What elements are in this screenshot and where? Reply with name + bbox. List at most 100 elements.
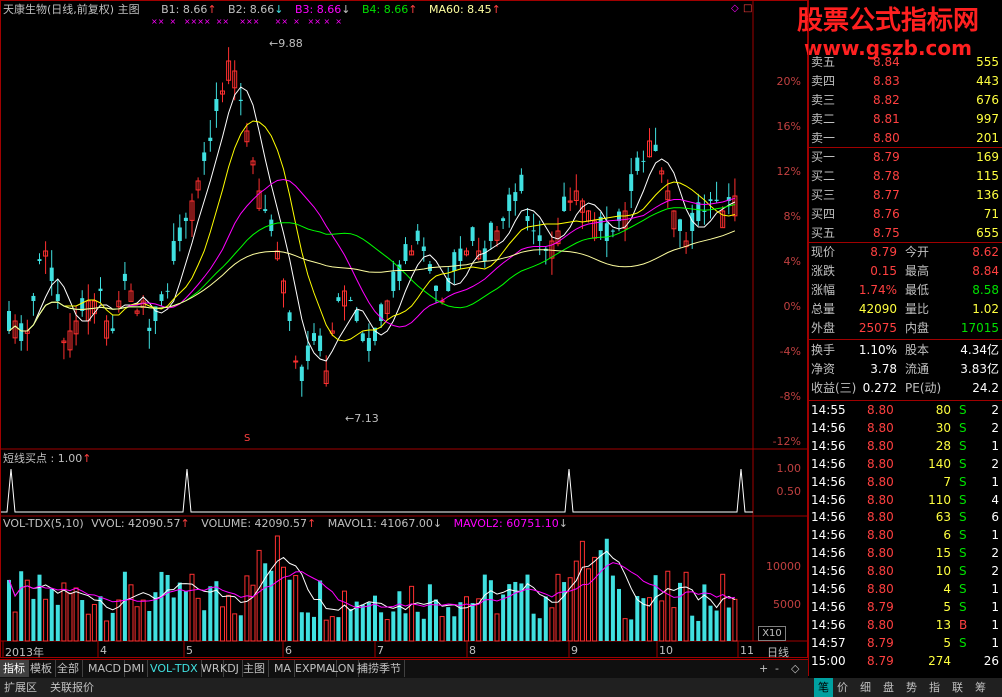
tick-side: S xyxy=(959,456,967,471)
candle-body xyxy=(238,99,243,101)
x-label: 6 xyxy=(285,644,292,657)
ask-row[interactable]: 卖二 8.81 997 xyxy=(809,110,1002,129)
volume-bar xyxy=(256,549,262,642)
volume-bar xyxy=(91,603,97,642)
remove-button[interactable]: - xyxy=(772,660,782,677)
x-label: 7 xyxy=(377,644,384,657)
indicator-tab[interactable]: DMI xyxy=(120,660,149,677)
indicator-tab[interactable]: MACD xyxy=(85,660,125,677)
bid-row[interactable]: 买四 8.76 71 xyxy=(809,205,1002,224)
tick-time: 15:00 xyxy=(811,653,846,668)
ask-volume: 201 xyxy=(976,131,999,145)
volume-bar xyxy=(507,584,512,641)
indicator-tab[interactable]: 全部 xyxy=(54,660,83,677)
volume-bar xyxy=(482,574,487,641)
quote-row: 涨幅 1.74% 最低 8.58 xyxy=(809,281,1002,300)
panel-switch-button[interactable]: 势 xyxy=(906,678,917,697)
panel-switch-button[interactable]: 笔 xyxy=(814,678,833,697)
chart-area[interactable]: 天康生物(日线,前复权) 主图 B1: 8.66↑ B2: 8.66↓ B3: … xyxy=(0,0,979,660)
panel-switch-button[interactable]: 指 xyxy=(929,678,940,697)
bid-label: 买三 xyxy=(811,188,836,202)
candle-body xyxy=(434,285,438,291)
indicator-tab[interactable]: 捕捞季节 xyxy=(354,660,405,677)
volume-bar xyxy=(617,588,621,641)
tick-volume: 13 xyxy=(935,617,951,632)
tick-price: 8.80 xyxy=(867,492,894,507)
settings-icon[interactable]: ◇ xyxy=(788,660,802,677)
candle-body xyxy=(336,297,341,301)
diamond-icon[interactable]: ◇ xyxy=(731,3,739,14)
volume-bar xyxy=(80,600,85,641)
candle-body xyxy=(537,235,542,241)
tick-price: 8.80 xyxy=(867,510,894,525)
volume-bar xyxy=(488,580,493,641)
candle-body xyxy=(208,137,213,141)
bid-row[interactable]: 买一 8.79 169 xyxy=(809,148,1002,167)
bid-price: 8.75 xyxy=(873,226,900,240)
candle-body xyxy=(214,99,219,111)
tick-time: 14:56 xyxy=(811,564,846,579)
ask-row[interactable]: 卖五 8.84 555 xyxy=(809,53,1002,72)
x-label: 5 xyxy=(186,644,193,657)
tick-row: 14:56 8.80 10 S 2 xyxy=(809,562,1002,580)
volume-bar xyxy=(592,556,598,642)
candle-body xyxy=(562,196,567,211)
tick-volume: 5 xyxy=(943,635,951,650)
period-label[interactable]: 日线 xyxy=(767,644,789,660)
volume-bar xyxy=(427,584,432,641)
tick-row: 15:00 8.79 274 26 xyxy=(809,652,1002,670)
panel-switch-button[interactable]: 盘 xyxy=(883,678,894,697)
extension-area-button[interactable]: 扩展区 xyxy=(4,678,37,697)
price-chart[interactable] xyxy=(1,1,807,657)
volume-bar xyxy=(159,571,164,641)
y-label: 4% xyxy=(783,255,801,268)
tick-side: S xyxy=(959,528,967,543)
square-icon[interactable]: □ xyxy=(743,3,752,14)
quote-label: 总量 xyxy=(811,302,836,316)
volume-bar xyxy=(665,570,671,642)
tick-price: 8.80 xyxy=(867,438,894,453)
tick-time: 14:56 xyxy=(811,438,846,453)
indicator-tab[interactable]: VOL-TDX xyxy=(147,660,202,677)
tick-time: 14:56 xyxy=(811,582,846,596)
x-label: 4 xyxy=(100,644,107,657)
up-arrow-icon: ↑ xyxy=(491,3,501,16)
volume-bar xyxy=(12,611,18,642)
tick-time: 14:56 xyxy=(811,456,846,471)
tick-volume: 30 xyxy=(935,420,951,435)
fundamental-value: 4.34亿 xyxy=(960,343,999,357)
volume-bar xyxy=(342,590,347,642)
ask-row[interactable]: 卖四 8.83 443 xyxy=(809,72,1002,91)
ask-price: 8.80 xyxy=(873,131,900,145)
bid-row[interactable]: 买三 8.77 136 xyxy=(809,186,1002,205)
bid-row[interactable]: 买五 8.75 655 xyxy=(809,224,1002,243)
bid-price: 8.77 xyxy=(873,188,900,202)
panel-switch-button[interactable]: 价 xyxy=(837,678,848,697)
indicator-tab[interactable]: 指标 xyxy=(0,660,29,677)
volume-bar xyxy=(439,616,445,642)
ask-label: 卖五 xyxy=(811,55,836,69)
volume-bar xyxy=(629,619,634,641)
quote-value: 1.74% xyxy=(858,283,897,297)
panel-switch-button[interactable]: 筹 xyxy=(975,678,986,697)
ask-row[interactable]: 卖三 8.82 676 xyxy=(809,91,1002,110)
volume-bar xyxy=(720,573,726,642)
candle-body xyxy=(147,327,152,331)
indicator-tab[interactable]: 主图 xyxy=(240,660,269,677)
volume-bar xyxy=(714,610,719,641)
related-quote-button[interactable]: 关联报价 xyxy=(50,678,94,697)
volume-bar xyxy=(49,588,54,641)
candle-body xyxy=(348,299,353,301)
ask-row[interactable]: 卖一 8.80 201 xyxy=(809,129,1002,148)
tick-time: 14:56 xyxy=(811,599,846,614)
add-button[interactable]: + xyxy=(756,660,771,677)
candle-body xyxy=(98,288,103,291)
tick-side: S xyxy=(959,510,967,525)
volume-bar xyxy=(573,560,579,642)
panel-switch-button[interactable]: 联 xyxy=(952,678,963,697)
bid-row[interactable]: 买二 8.78 115 xyxy=(809,167,1002,186)
panel-switch-button[interactable]: 细 xyxy=(860,678,871,697)
volume-bar xyxy=(232,613,238,642)
indicator-tab[interactable]: 模板 xyxy=(27,660,56,677)
chart-title: 天康生物(日线,前复权) 主图 xyxy=(3,3,140,16)
